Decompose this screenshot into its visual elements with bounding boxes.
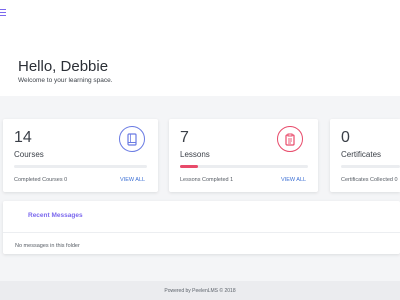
recent-messages-panel: Recent Messages No messages in this fold…: [3, 201, 400, 254]
divider: [3, 232, 400, 233]
certificates-progress-bar: [341, 165, 400, 168]
page-footer: Powered by PeelenLMS © 2018: [0, 281, 400, 300]
certificates-collected-text: Certificates Collected 0: [341, 177, 398, 183]
courses-count: 14: [14, 129, 32, 146]
lessons-completed-text: Lessons Completed 1: [180, 177, 234, 183]
book-icon: [119, 126, 145, 152]
lessons-progress-bar: [180, 165, 308, 168]
page-subtitle: Welcome to your learning space.: [18, 77, 113, 84]
footer-text: Powered by PeelenLMS © 2018: [164, 288, 236, 294]
certificates-card[interactable]: 0 Certificates Certificates Collected 0: [330, 119, 400, 192]
courses-view-all-link[interactable]: VIEW ALL: [120, 177, 145, 183]
page-title: Hello, Debbie: [18, 58, 109, 75]
lessons-card[interactable]: 7 Lessons Lessons Completed 1 VIEW ALL: [169, 119, 318, 192]
empty-messages-text: No messages in this folder: [15, 243, 80, 249]
completed-courses-text: Completed Courses 0: [14, 177, 68, 183]
lessons-progress-fill: [180, 165, 198, 168]
certificates-label: Certificates: [341, 150, 382, 159]
lessons-view-all-link[interactable]: VIEW ALL: [281, 177, 306, 183]
courses-card[interactable]: 14 Courses Completed Courses 0 VIEW ALL: [3, 119, 158, 192]
certificates-count: 0: [341, 129, 350, 146]
courses-progress-bar: [14, 165, 147, 168]
lessons-label: Lessons: [180, 150, 210, 159]
tab-recent-messages[interactable]: Recent Messages: [28, 212, 83, 219]
courses-label: Courses: [14, 150, 44, 159]
lessons-count: 7: [180, 129, 189, 146]
menu-icon[interactable]: [0, 9, 6, 17]
top-header: Hello, Debbie Welcome to your learning s…: [0, 0, 400, 96]
clipboard-icon: [277, 126, 303, 152]
